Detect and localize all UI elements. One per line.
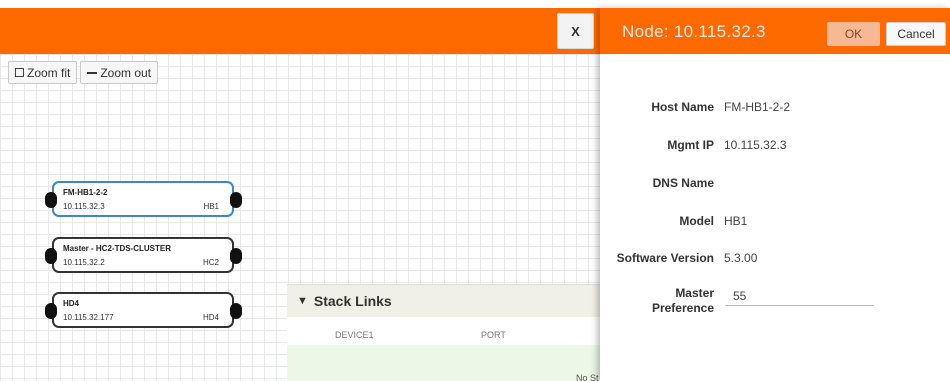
mgmt-ip-value: 10.115.32.3 xyxy=(724,138,787,152)
minus-icon xyxy=(87,71,98,74)
node-model: HC2 xyxy=(202,258,219,267)
host-name-label: Host Name xyxy=(651,100,714,114)
node-left-port xyxy=(45,192,57,208)
node-ip: 10.115.32.2 xyxy=(63,258,105,267)
panel-title: Node: 10.115.32.3 xyxy=(622,22,766,41)
cancel-button[interactable]: Cancel xyxy=(886,22,946,46)
dns-name-label: DNS Name xyxy=(652,176,714,190)
node-name: HD4 xyxy=(63,299,80,308)
ok-label: OK xyxy=(844,27,863,41)
node-ip: 10.115.32.177 xyxy=(63,313,114,322)
master-preference-label-line1: Master xyxy=(675,286,714,300)
stack-links-header[interactable]: ▼ Stack Links xyxy=(287,285,600,317)
master-preference-input[interactable] xyxy=(725,286,874,306)
mgmt-ip-label: Mgmt IP xyxy=(667,138,714,152)
host-name-value: FM-HB1-2-2 xyxy=(724,100,791,114)
stack-links-columns xyxy=(287,317,600,345)
node-name: FM-HB1-2-2 xyxy=(63,188,108,197)
close-label: X xyxy=(571,23,580,39)
master-preference-label: Master Preference xyxy=(652,286,714,316)
zoom-out-label: Zoom out xyxy=(100,65,152,80)
cancel-label: Cancel xyxy=(897,27,935,41)
square-icon xyxy=(15,68,24,77)
zoom-fit-button[interactable]: Zoom fit xyxy=(8,61,78,84)
node-card[interactable]: HD4 10.115.32.177 HD4 xyxy=(45,292,242,328)
zoom-out-button[interactable]: Zoom out xyxy=(80,61,159,84)
column-header-port[interactable]: PORT xyxy=(481,330,506,340)
ok-button[interactable]: OK xyxy=(827,22,880,46)
node-left-port xyxy=(45,248,57,264)
node-right-port xyxy=(230,192,242,208)
model-value: HB1 xyxy=(724,214,748,228)
node-name: Master - HC2-TDS-CLUSTER xyxy=(63,244,172,253)
node-left-port xyxy=(45,303,57,319)
stack-links-title: Stack Links xyxy=(313,293,392,309)
software-version-value: 5.3.00 xyxy=(724,251,758,265)
chevron-down-icon: ▼ xyxy=(297,295,308,307)
node-right-port xyxy=(230,248,242,264)
node-right-port xyxy=(230,303,242,319)
node-card[interactable]: Master - HC2-TDS-CLUSTER 10.115.32.2 HC2 xyxy=(45,237,242,273)
empty-message: No St xyxy=(576,373,599,381)
node-ip: 10.115.32.3 xyxy=(63,202,105,211)
panel-header: Node: 10.115.32.3 OK Cancel xyxy=(600,8,950,54)
node-card[interactable]: FM-HB1-2-2 10.115.32.3 HB1 xyxy=(45,181,242,217)
close-button[interactable]: X xyxy=(557,13,594,49)
node-detail-panel: Node: 10.115.32.3 OK Cancel Host Name FM… xyxy=(600,8,950,381)
column-header-device1[interactable]: DEVICE1 xyxy=(335,330,374,340)
zoom-toolbar: Zoom fit Zoom out xyxy=(8,61,159,84)
app-root: X Zoom fit Zoom out FM-HB1-2-2 10.115.32… xyxy=(0,0,950,381)
stack-links-body: No St xyxy=(287,345,600,381)
model-label: Model xyxy=(679,214,714,228)
node-model: HD4 xyxy=(202,313,219,322)
stack-links-panel: ▼ Stack Links No St xyxy=(287,284,600,381)
master-preference-label-line2: Preference xyxy=(651,301,714,315)
software-version-label: Software Version xyxy=(616,251,714,265)
zoom-fit-label: Zoom fit xyxy=(27,65,71,80)
node-model: HB1 xyxy=(203,202,219,211)
